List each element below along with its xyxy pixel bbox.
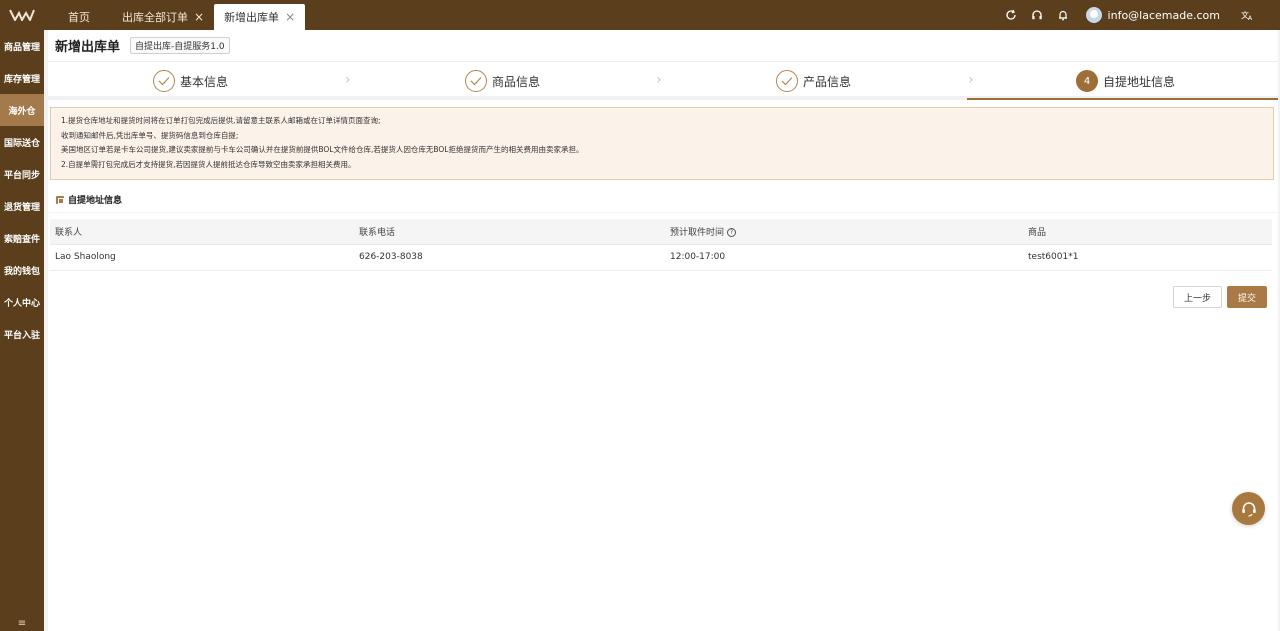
page-title: 新增出库单 (55, 40, 121, 55)
notice-line: 2.自提单需打包完成后才支持提货,若因提货人提前抵达仓库导致空由卖家承担相关费用… (61, 159, 356, 169)
step-bar: 基本信息 › 商品信息 › 产品信息 › 4 自提地址信息 (48, 62, 1278, 100)
step-label: 自提地址信息 (1103, 74, 1176, 89)
step-label: 基本信息 (180, 74, 229, 89)
section-title: 自提地址信息 (56, 193, 1278, 206)
chevron-right-icon: › (656, 72, 662, 88)
sidebar-item-profile[interactable]: 个人中心 (0, 286, 44, 318)
notice-line: 1.提货仓库地址和提货时间将在订单打包完成后提供,请留意主联系人邮箱或在订单详情… (61, 116, 381, 125)
section-title-text: 自提地址信息 (68, 196, 123, 206)
help-icon[interactable]: ? (727, 227, 737, 237)
check-icon (776, 70, 798, 92)
sidebar-item-wallet[interactable]: 我的钱包 (0, 254, 44, 286)
notice-box: 1.提货仓库地址和提货时间将在订单打包完成后提供,请留意主联系人邮箱或在订单详情… (50, 107, 1274, 180)
main-panel: 新增出库单 自提出库-自提服务1.0 基本信息 › 商品信息 › 产品信息 › … (48, 30, 1278, 631)
sidebar-item-label: 平台同步 (3, 170, 40, 181)
section-icon (56, 195, 64, 204)
active-step-underline (967, 98, 1278, 100)
sidebar-item-label: 商品管理 (3, 42, 40, 53)
column-header: 预计取件时间 (670, 227, 725, 238)
sidebar-item-claims[interactable]: 索赔查件 (0, 222, 44, 254)
sidebar: 商品管理 库存管理 海外仓 国际送仓 平台同步 退货管理 索赔查件 我的钱包 个… (0, 30, 44, 631)
sidebar-item-label: 库存管理 (3, 74, 40, 85)
close-icon[interactable]: × (194, 10, 204, 24)
sidebar-item-platform-sync[interactable]: 平台同步 (0, 158, 44, 190)
chevron-right-icon: › (968, 72, 974, 88)
sidebar-item-label: 平台入驻 (3, 330, 40, 341)
logo-icon (9, 9, 35, 21)
tab-new-outbound[interactable]: 新增出库单 × (214, 4, 306, 30)
sidebar-item-label: 我的钱包 (3, 266, 40, 277)
prev-step-button[interactable]: 上一步 (1172, 286, 1222, 308)
step-basic-info[interactable]: 基本信息 (153, 62, 228, 100)
table-header-row: 联系人 联系电话 预计取件时间? 商品 (50, 219, 1272, 245)
tab-label: 新增出库单 (224, 11, 280, 24)
bell-icon[interactable] (1050, 0, 1076, 30)
step-pickup-address[interactable]: 4 自提地址信息 (1076, 62, 1175, 100)
customer-service-button[interactable] (1232, 492, 1265, 525)
translate-icon[interactable]: 文A (1234, 0, 1260, 30)
svg-text:A: A (1248, 15, 1253, 21)
step-label: 产品信息 (803, 74, 852, 89)
column-header: 商品 (1023, 219, 1272, 245)
action-buttons: 上一步 提交 (1172, 286, 1267, 308)
step-number: 4 (1076, 70, 1098, 92)
tab-bar: 首页 出库全部订单 × 新增出库单 × (44, 4, 306, 30)
support-icon (1241, 501, 1256, 517)
header-tools: info@lacemade.com 文A (998, 0, 1260, 30)
notice-line: 收到通知邮件后,凭出库单号、提货码信息到仓库自提; (61, 130, 239, 140)
sidebar-item-inventory[interactable]: 库存管理 (0, 62, 44, 94)
sidebar-item-label: 国际送仓 (3, 138, 40, 149)
sidebar-item-label: 海外仓 (8, 106, 36, 117)
sidebar-item-overseas-warehouse[interactable]: 海外仓 (0, 94, 44, 126)
divider (48, 212, 1278, 213)
sidebar-item-label: 个人中心 (3, 298, 40, 309)
table-row: Lao Shaolong 626-203-8038 12:00-17:00 te… (50, 244, 1272, 271)
table-cell: Lao Shaolong (50, 244, 354, 271)
table-cell: 626-203-8038 (354, 244, 665, 271)
sidebar-item-label: 退货管理 (3, 202, 40, 213)
table-cell: test6001*1 (1023, 244, 1272, 271)
step-goods-info[interactable]: 商品信息 (465, 62, 540, 100)
brand-logo[interactable] (0, 0, 44, 30)
sidebar-item-label: 索赔查件 (3, 234, 40, 245)
headset-icon[interactable] (1024, 0, 1050, 30)
user-menu[interactable]: info@lacemade.com (1085, 7, 1220, 23)
tab-label: 出库全部订单 (122, 11, 188, 24)
step-label: 商品信息 (492, 74, 541, 89)
sidebar-item-international-shipping[interactable]: 国际送仓 (0, 126, 44, 158)
notice-line: 美国地区订单若是卡车公司提货,建议卖家提前与卡车公司确认并在提货前提供BOL文件… (61, 145, 584, 155)
column-header: 联系人 (50, 219, 354, 245)
chevron-right-icon: › (345, 72, 351, 88)
collapse-icon[interactable]: ≡ (0, 618, 44, 629)
top-bar: 首页 出库全部订单 × 新增出库单 × info@lacemade.com 文A (0, 0, 1280, 30)
table-cell: 12:00-17:00 (665, 244, 1023, 271)
avatar (1085, 7, 1102, 23)
sidebar-item-products[interactable]: 商品管理 (0, 30, 44, 62)
tab-label: 首页 (68, 11, 90, 24)
tab-home[interactable]: 首页 (44, 4, 112, 30)
pickup-table: 联系人 联系电话 预计取件时间? 商品 Lao Shaolong 626-203… (50, 219, 1272, 271)
close-icon[interactable]: × (285, 10, 295, 24)
user-email: info@lacemade.com (1107, 8, 1220, 22)
column-header-pickup-time: 预计取件时间? (665, 219, 1023, 245)
check-icon (465, 70, 487, 92)
tab-outbound-orders[interactable]: 出库全部订单 × (112, 4, 214, 30)
refresh-icon[interactable] (998, 0, 1024, 30)
page-header: 新增出库单 自提出库-自提服务1.0 (48, 30, 1278, 62)
submit-button[interactable]: 提交 (1226, 286, 1267, 308)
service-tag: 自提出库-自提服务1.0 (130, 37, 230, 54)
column-header: 联系电话 (354, 219, 665, 245)
sidebar-item-platform-join[interactable]: 平台入驻 (0, 318, 44, 350)
check-icon (153, 70, 175, 92)
sidebar-item-returns[interactable]: 退货管理 (0, 190, 44, 222)
step-product-info[interactable]: 产品信息 (776, 62, 851, 100)
